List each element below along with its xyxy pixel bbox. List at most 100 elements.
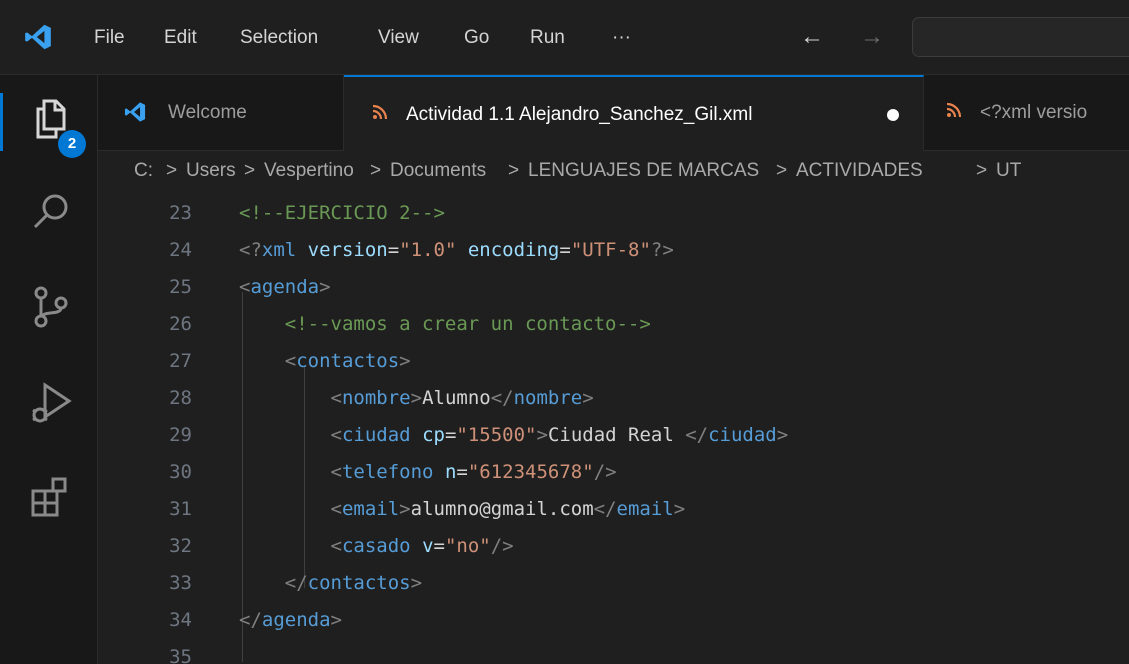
run-debug-icon[interactable] xyxy=(27,379,75,427)
breadcrumb-separator-icon: > xyxy=(244,160,256,181)
code-line[interactable]: 31 <email>alumno@gmail.com</email> xyxy=(98,491,1129,528)
code-token: < xyxy=(330,461,342,483)
code-token: email xyxy=(616,498,674,520)
menu-view[interactable]: View xyxy=(378,24,419,52)
code-token: nombre xyxy=(341,387,411,409)
menu-go[interactable]: Go xyxy=(464,24,489,52)
code-token: alumno@gmail.com xyxy=(410,498,594,520)
unsaved-dot-icon[interactable] xyxy=(887,109,899,121)
code-token: version xyxy=(307,239,388,261)
tab-actividad-xml[interactable]: Actividad 1.1 Alejandro_Sanchez_Gil.xml xyxy=(344,75,924,151)
forward-arrow-icon[interactable]: → xyxy=(860,22,884,52)
menu-file[interactable]: File xyxy=(94,24,125,52)
breadcrumb-separator-icon: > xyxy=(776,160,788,181)
source-control-icon[interactable] xyxy=(27,283,75,331)
code-line[interactable]: 26 <!--vamos a crear un contacto--> xyxy=(98,306,1129,343)
code-token: nombre xyxy=(513,387,583,409)
code-line[interactable]: 34 </agenda> xyxy=(98,602,1129,639)
code-line[interactable]: 24 <?xml version="1.0" encoding="UTF-8"?> xyxy=(98,232,1129,269)
code-token: n xyxy=(444,461,457,483)
code-token: "612345678" xyxy=(467,461,594,483)
line-number: 35 xyxy=(169,646,192,664)
code-token: </ xyxy=(490,387,514,409)
menu-more[interactable]: ··· xyxy=(612,24,631,52)
line-number: 29 xyxy=(169,424,192,446)
breadcrumb-item[interactable]: UT xyxy=(996,157,1021,185)
code-token: "1.0" xyxy=(399,239,457,261)
line-number: 24 xyxy=(169,239,192,261)
breadcrumb-separator-icon: > xyxy=(370,160,382,181)
code-text: <email>alumno@gmail.com</email> xyxy=(239,491,686,528)
back-arrow-icon[interactable]: ← xyxy=(800,22,824,52)
code-line[interactable]: 25 <agenda> xyxy=(98,269,1129,306)
tab-label: Welcome xyxy=(168,102,247,123)
line-number: 23 xyxy=(169,202,192,224)
line-number: 25 xyxy=(169,276,192,298)
vscode-logo-icon[interactable] xyxy=(24,23,52,51)
code-token: contactos xyxy=(296,350,400,372)
menu-run[interactable]: Run xyxy=(530,24,565,52)
code-token: > xyxy=(330,609,342,631)
code-token: Ciudad Real xyxy=(547,424,686,446)
active-indicator xyxy=(0,93,3,151)
code-token: telefono xyxy=(341,461,434,483)
code-line[interactable]: 23 <!--EJERCICIO 2--> xyxy=(98,195,1129,232)
code-line[interactable]: 32 <casado v="no"/> xyxy=(98,528,1129,565)
code-text: <telefono n="612345678"/> xyxy=(239,454,617,491)
rss-icon xyxy=(946,102,962,118)
breadcrumb-item[interactable]: LENGUAJES DE MARCAS xyxy=(528,157,759,185)
breadcrumb-item[interactable]: Documents xyxy=(390,157,486,185)
code-token: <? xyxy=(239,239,262,261)
activity-bar: 2 xyxy=(0,75,98,664)
tab-label: <?xml versio xyxy=(980,102,1088,123)
code-line[interactable]: 35 xyxy=(98,639,1129,664)
search-icon[interactable] xyxy=(27,189,75,237)
line-number: 33 xyxy=(169,572,192,594)
code-token: </ xyxy=(239,609,262,631)
line-number: 28 xyxy=(169,387,192,409)
code-line[interactable]: 28 <nombre>Alumno</nombre> xyxy=(98,380,1129,417)
code-token: /> xyxy=(490,535,514,557)
code-line[interactable]: 33 </contactos> xyxy=(98,565,1129,602)
code-token: casado xyxy=(341,535,411,557)
line-number: 34 xyxy=(169,609,192,631)
code-token: = xyxy=(456,461,468,483)
line-number: 27 xyxy=(169,350,192,372)
code-token: < xyxy=(330,498,342,520)
code-text: </agenda> xyxy=(239,602,342,639)
vscode-logo-icon xyxy=(124,102,146,122)
menu-edit[interactable]: Edit xyxy=(164,24,197,52)
code-line[interactable]: 30 <telefono n="612345678"/> xyxy=(98,454,1129,491)
extensions-icon[interactable] xyxy=(27,473,75,521)
title-bar: File Edit Selection View Go Run ··· ← → xyxy=(0,0,1129,75)
code-token: > xyxy=(673,498,686,520)
command-center-search[interactable] xyxy=(912,17,1129,57)
breadcrumb-item[interactable]: ACTIVIDADES xyxy=(796,157,923,185)
code-token: /> xyxy=(593,461,617,483)
code-token: "15500" xyxy=(456,424,537,446)
code-token: < xyxy=(330,424,342,446)
code-line[interactable]: 27 <contactos> xyxy=(98,343,1129,380)
line-number: 31 xyxy=(169,498,192,520)
tab-xml-version[interactable]: <?xml versio xyxy=(924,75,1129,150)
code-line[interactable]: 29 <ciudad cp="15500">Ciudad Real </ciud… xyxy=(98,417,1129,454)
menu-selection[interactable]: Selection xyxy=(240,24,318,52)
breadcrumb-item[interactable]: C: xyxy=(134,157,153,185)
explorer-badge: 2 xyxy=(58,130,86,158)
code-editor[interactable]: 23 <!--EJERCICIO 2--> 24 <?xml version="1.0… xyxy=(98,191,1129,664)
code-token: Alumno xyxy=(422,387,491,409)
code-token: </ xyxy=(593,498,617,520)
tab-welcome[interactable]: Welcome xyxy=(98,75,344,150)
code-token: <!--vamos a crear un contacto--> xyxy=(284,313,651,335)
code-token: > xyxy=(536,424,548,446)
breadcrumb-item[interactable]: Vespertino xyxy=(264,157,354,185)
breadcrumb-item[interactable]: Users xyxy=(186,157,236,185)
code-token: cp xyxy=(422,424,445,446)
